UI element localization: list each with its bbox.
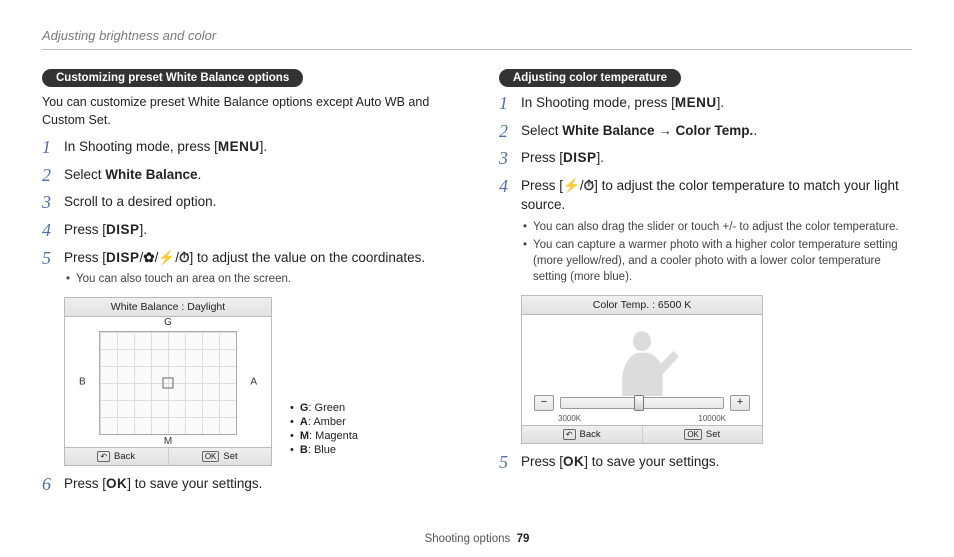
wb-figure: White Balance : Daylight G A M B Back OK…: [64, 297, 272, 466]
figure-title: White Balance : Daylight: [65, 298, 271, 317]
set-button[interactable]: OKSet: [643, 426, 763, 443]
figure-title: Color Temp. : 6500 K: [522, 296, 762, 315]
plus-button[interactable]: +: [730, 395, 750, 411]
menu-button-label: MENU: [218, 139, 260, 154]
disp-button-label: DISP: [106, 250, 140, 265]
sub-bullet: You can also drag the slider or touch +/…: [521, 219, 912, 235]
silhouette-icon: [597, 315, 687, 405]
intro-text: You can customize preset White Balance o…: [42, 93, 455, 129]
back-icon: [563, 429, 576, 440]
slider-min: 3000K: [558, 414, 581, 423]
sub-bullet: You can capture a warmer photo with a hi…: [521, 237, 912, 285]
wb-legend: G: Green A: Amber M: Magenta B: Blue: [290, 402, 358, 458]
page-footer: Shooting options 79: [0, 533, 954, 545]
menu-button-label: MENU: [675, 95, 717, 110]
steps-right: 1 In Shooting mode, press [MENU]. 2 Sele…: [499, 93, 912, 287]
divider: [42, 49, 912, 50]
macro-icon: ✿: [143, 250, 154, 265]
sub-bullet: You can also touch an area on the screen…: [64, 271, 455, 287]
flash-icon: ⚡: [563, 178, 580, 193]
back-button[interactable]: Back: [522, 426, 643, 443]
timer-icon: ⏱: [584, 178, 595, 193]
left-column: Customizing preset White Balance options…: [42, 68, 455, 502]
disp-button-label: DISP: [106, 222, 140, 237]
slider-max: 10000K: [698, 414, 726, 423]
ct-slider[interactable]: [560, 397, 724, 409]
step-number: 1: [42, 137, 56, 159]
right-column: Adjusting color temperature 1 In Shootin…: [499, 68, 912, 502]
back-icon: [97, 451, 110, 462]
timer-icon: ⏱: [179, 250, 190, 265]
minus-button[interactable]: −: [534, 395, 554, 411]
wb-grid: [99, 331, 237, 435]
ok-button-label: OK: [563, 454, 584, 469]
disp-button-label: DISP: [563, 150, 597, 165]
flash-icon: ⚡: [158, 250, 175, 265]
ok-icon: OK: [684, 429, 702, 440]
section-pill-left: Customizing preset White Balance options: [42, 69, 303, 87]
ok-button-label: OK: [106, 476, 127, 491]
slider-thumb[interactable]: [634, 395, 644, 411]
steps-left: 1 In Shooting mode, press [MENU]. 2 Sele…: [42, 137, 455, 289]
ok-icon: OK: [202, 451, 220, 462]
page-title: Adjusting brightness and color: [42, 28, 912, 43]
ct-figure: Color Temp. : 6500 K − + 3000K 10000K: [521, 295, 763, 444]
set-button[interactable]: OKSet: [169, 448, 272, 465]
section-pill-right: Adjusting color temperature: [499, 69, 681, 87]
back-button[interactable]: Back: [65, 448, 169, 465]
